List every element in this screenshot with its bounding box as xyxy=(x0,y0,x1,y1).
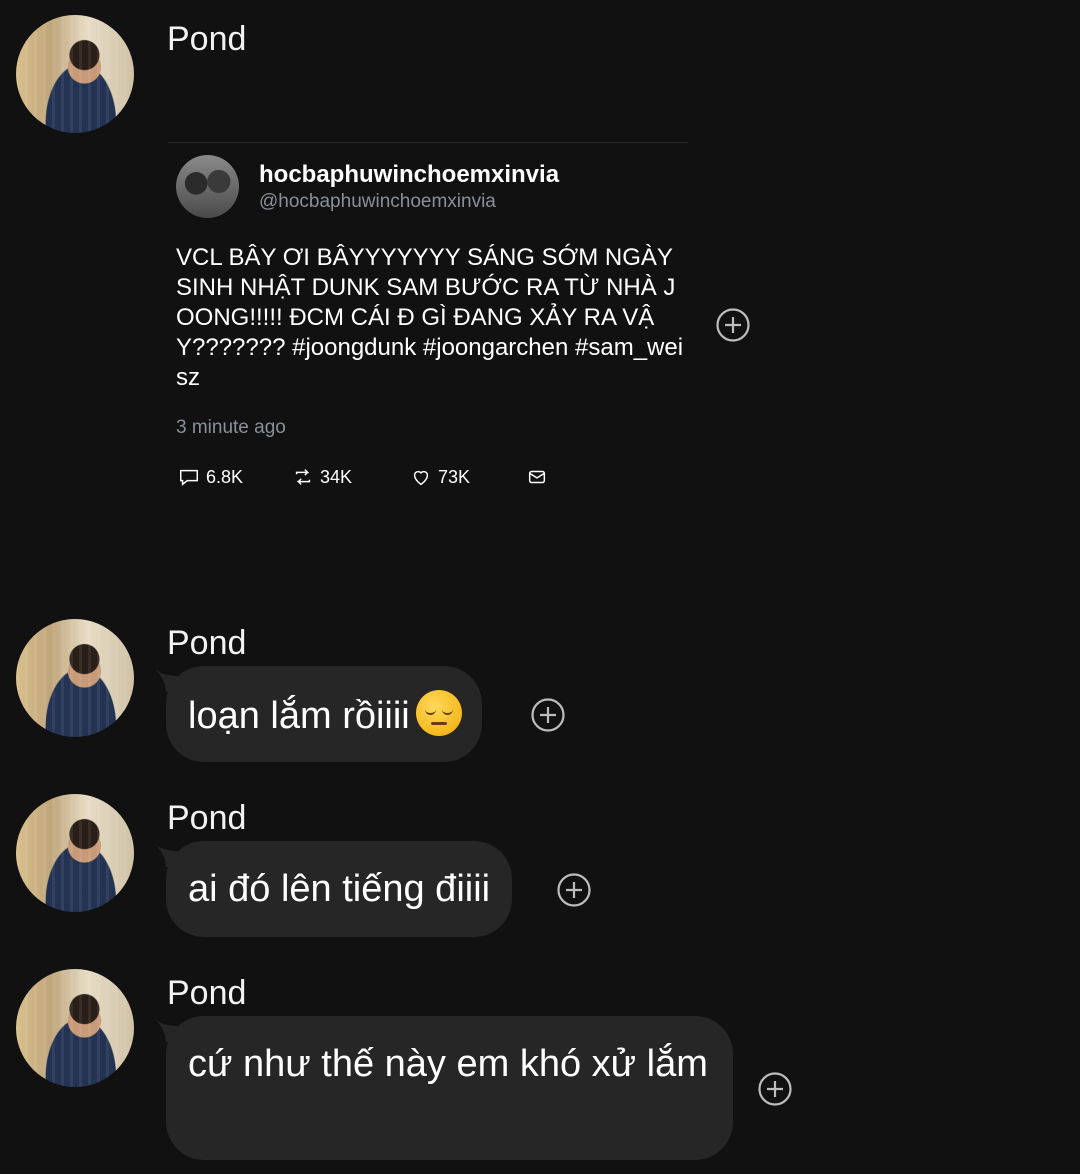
speech-bubble-icon xyxy=(180,469,198,486)
plus-circle-icon[interactable] xyxy=(530,697,566,733)
envelope-icon xyxy=(528,470,546,484)
reply-stat[interactable]: 6.8K xyxy=(178,465,243,489)
post-author-name[interactable]: hocbaphuwinchoemxinvia xyxy=(259,161,559,189)
sender-name: Pond xyxy=(167,974,247,1012)
post-timestamp: 3 minute ago xyxy=(176,417,286,438)
sender-name: Pond xyxy=(167,624,247,662)
like-count: 73K xyxy=(438,466,471,487)
reply-count: 6.8K xyxy=(206,466,244,487)
heart-icon xyxy=(413,470,429,486)
plus-circle-icon[interactable] xyxy=(556,872,592,908)
avatar[interactable] xyxy=(16,969,134,1087)
repost-icon xyxy=(295,469,311,485)
message-text: cứ như thế này em khó xử lắm xyxy=(188,1043,708,1085)
sender-name: Pond xyxy=(167,799,247,837)
post-author-avatar[interactable] xyxy=(176,155,239,218)
avatar[interactable] xyxy=(16,794,134,912)
pensive-face-icon xyxy=(415,690,462,736)
repost-count: 34K xyxy=(320,466,353,487)
post-text: VCL BÂY ƠI BÂYYYYYYY SÁNG SỚM NGÀY SINH … xyxy=(176,244,684,391)
message-bubble[interactable]: loạn lắm rồiiii xyxy=(166,666,482,762)
message-text: ai đó lên tiếng điiii xyxy=(188,868,491,910)
like-stat[interactable]: 73K xyxy=(410,465,470,489)
avatar[interactable] xyxy=(16,619,134,737)
message-bubble[interactable]: ai đó lên tiếng điiii xyxy=(166,841,513,937)
share-stat[interactable] xyxy=(526,465,548,489)
message-text: loạn lắm rồiiii xyxy=(188,695,410,737)
message-bubble[interactable]: cứ như thế này em khó xử lắm xyxy=(166,1016,733,1160)
repost-stat[interactable]: 34K xyxy=(292,465,352,489)
shared-post-card[interactable]: hocbaphuwinchoemxinvia @hocbaphuwinchoem… xyxy=(168,142,688,503)
sender-name: Pond xyxy=(167,20,247,58)
plus-circle-icon[interactable] xyxy=(715,307,751,343)
avatar[interactable] xyxy=(16,15,134,133)
post-author-handle[interactable]: @hocbaphuwinchoemxinvia xyxy=(259,191,496,213)
plus-circle-icon[interactable] xyxy=(757,1071,793,1107)
